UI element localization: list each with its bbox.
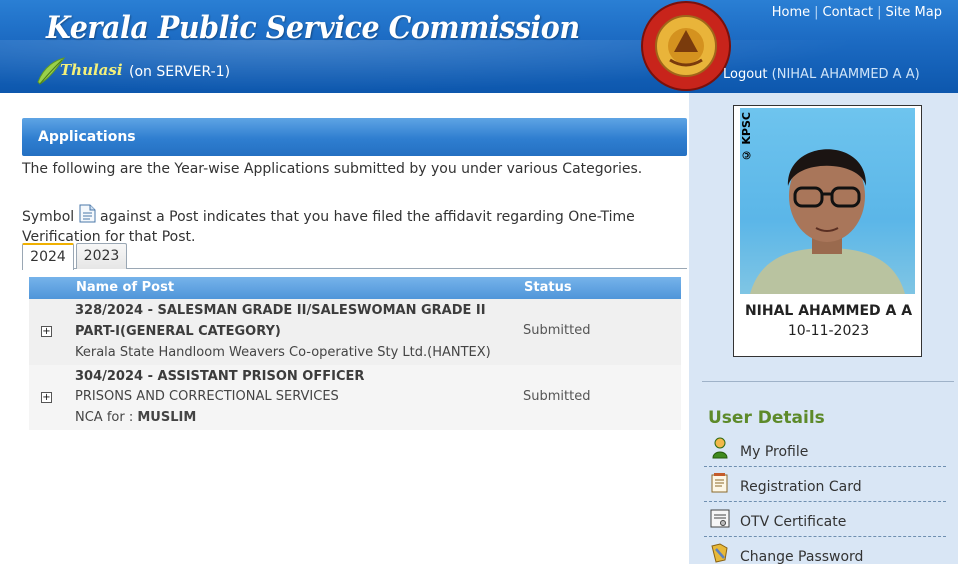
symbol-suffix: against a Post indicates that you have f…: [22, 209, 635, 245]
nca-line: NCA for : MUSLIM: [75, 410, 196, 425]
logout-area: Logout (NIHAL AHAMMED A A): [723, 67, 920, 82]
affidavit-document-icon: [79, 204, 96, 223]
logged-user-name: (NIHAL AHAMMED A A): [771, 67, 920, 82]
nca-label: NCA for :: [75, 410, 134, 425]
applications-header-bar: Applications: [22, 118, 687, 156]
sidebar-item-change-password[interactable]: Change Password: [704, 537, 946, 564]
person-photo-illustration: [750, 149, 905, 294]
column-header-name: Name of Post: [76, 280, 175, 295]
status-text: Submitted: [523, 389, 591, 404]
site-title: Kerala Public Service Commission: [46, 10, 580, 46]
home-link[interactable]: Home: [772, 5, 810, 20]
profile-photo: © KPSC: [740, 108, 915, 294]
user-details-title: User Details: [708, 408, 825, 428]
profile-photo-card: © KPSC NIHAL AHAMMED A A 10-11-2023: [733, 105, 922, 357]
sidebar-divider: [702, 381, 954, 382]
profile-name: NIHAL AHAMMED A A: [744, 303, 913, 319]
key-icon: [711, 543, 728, 563]
kpsc-emblem: [641, 1, 731, 91]
tab-2024[interactable]: 2024: [22, 243, 74, 270]
profile-date: 10-11-2023: [787, 323, 870, 339]
table-header: Name of Post Status: [29, 277, 681, 299]
post-department: PRISONS AND CORRECTIONAL SERVICES: [75, 389, 339, 404]
kpsc-watermark: © KPSC: [740, 112, 753, 162]
sidebar-item-label: Change Password: [740, 549, 864, 564]
sidebar-item-label: Registration Card: [740, 479, 862, 495]
applications-table: Name of Post Status + 328/2024 - SALESMA…: [29, 277, 681, 430]
post-department: Kerala State Handloom Weavers Co-operati…: [75, 345, 491, 360]
sidebar-item-my-profile[interactable]: My Profile: [704, 432, 946, 467]
table-row: + 328/2024 - SALESMAN GRADE II/SALESWOMA…: [29, 299, 681, 365]
sidebar-item-label: My Profile: [740, 444, 809, 460]
main-content: Applications The following are the Year-…: [22, 118, 687, 430]
sidebar-item-registration-card[interactable]: Registration Card: [704, 467, 946, 502]
site-header: Kerala Public Service Commission Thulasi…: [0, 0, 958, 93]
sidebar-item-label: OTV Certificate: [740, 514, 847, 530]
thulasi-logo-text: Thulasi: [60, 61, 123, 79]
top-links: Home | Contact | Site Map: [772, 5, 942, 20]
profile-icon: [712, 437, 728, 459]
sidebar: © KPSC NIHAL AHAMMED A A 10-11-2023 User…: [689, 93, 958, 564]
link-separator: |: [814, 5, 819, 20]
logout-link[interactable]: Logout: [723, 67, 768, 82]
table-row: + 304/2024 - ASSISTANT PRISON OFFICER PR…: [29, 365, 681, 430]
post-title: 304/2024 - ASSISTANT PRISON OFFICER: [75, 369, 365, 384]
column-header-status: Status: [524, 280, 572, 295]
expand-row-button[interactable]: +: [41, 392, 52, 403]
registration-card-icon: [711, 473, 728, 493]
intro-text: The following are the Year-wise Applicat…: [22, 161, 643, 177]
nca-value: MUSLIM: [137, 410, 197, 425]
expand-row-button[interactable]: +: [41, 326, 52, 337]
post-title: 328/2024 - SALESMAN GRADE II/SALESWOMAN …: [75, 303, 486, 339]
symbol-note: Symbol against a Post indicates that you…: [22, 204, 662, 247]
link-separator: |: [877, 5, 882, 20]
symbol-prefix: Symbol: [22, 209, 75, 225]
certificate-icon: [710, 509, 730, 528]
site-map-link[interactable]: Site Map: [885, 5, 942, 20]
contact-link[interactable]: Contact: [823, 5, 874, 20]
tab-2023[interactable]: 2023: [76, 243, 127, 269]
status-text: Submitted: [523, 323, 591, 338]
year-tabs: 2024 2023: [22, 243, 687, 270]
sidebar-item-otv-certificate[interactable]: OTV Certificate: [704, 502, 946, 537]
section-title: Applications: [38, 129, 136, 145]
server-label: (on SERVER-1): [129, 64, 231, 80]
